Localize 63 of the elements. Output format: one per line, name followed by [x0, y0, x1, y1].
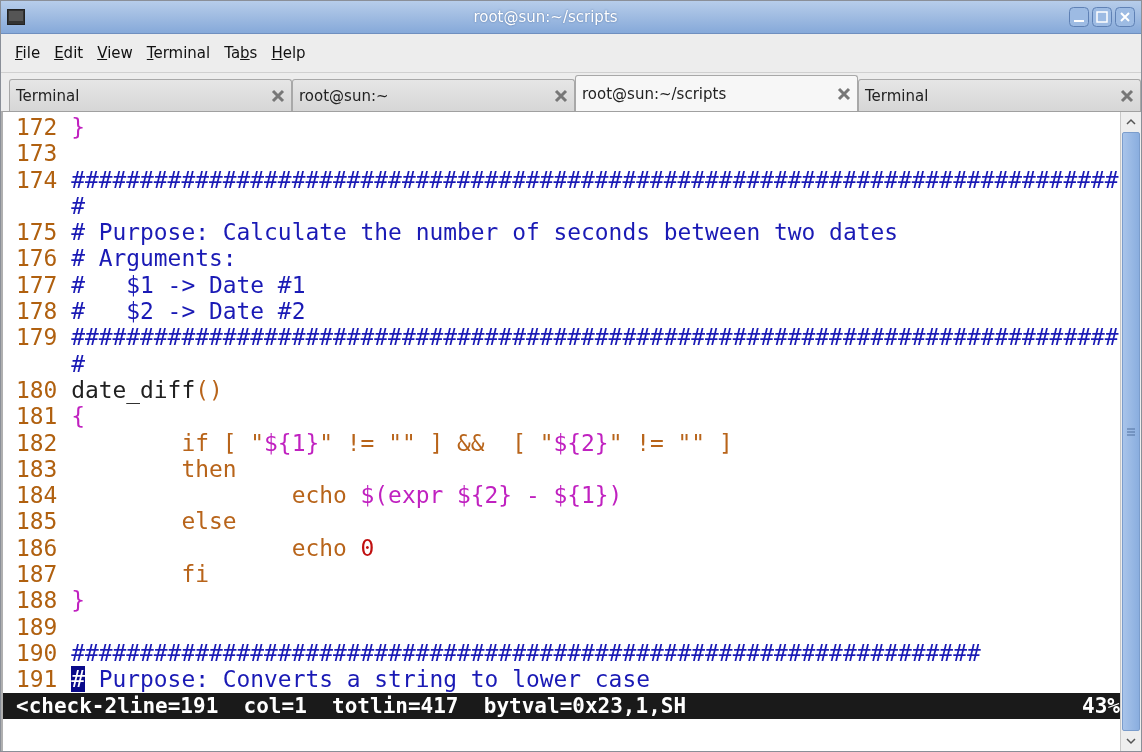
- line-number: 174: [16, 166, 58, 193]
- code-line: then: [180, 455, 237, 483]
- window-title: root@sun:~/scripts: [472, 8, 619, 26]
- line-number: 189: [16, 613, 58, 640]
- code-line: }: [71, 587, 85, 614]
- line-number: 175: [16, 219, 58, 246]
- tab[interactable]: root@sun:~: [292, 79, 575, 111]
- menu-item[interactable]: View: [91, 40, 139, 66]
- line-number: 173: [16, 140, 58, 167]
- menu-item[interactable]: Edit: [48, 40, 90, 66]
- terminal-icon: [7, 9, 25, 25]
- scrollbar[interactable]: [1120, 112, 1141, 751]
- code-line: fi: [180, 561, 209, 588]
- code-line: # $1 -> Date #1: [71, 271, 306, 299]
- line-number: 177: [16, 271, 58, 299]
- tab[interactable]: Terminal: [858, 79, 1141, 111]
- code-line: # Purpose: Converts a string to lower case: [71, 666, 650, 693]
- line-number: 190: [16, 639, 58, 667]
- line-number: 180: [16, 376, 58, 404]
- line-number: 178: [16, 298, 58, 325]
- tab[interactable]: root@sun:~/scripts: [575, 75, 858, 111]
- maximize-icon[interactable]: [1092, 7, 1112, 27]
- line-number: 184: [16, 482, 58, 509]
- tab[interactable]: Terminal: [9, 79, 292, 111]
- code-line: date_diff(): [71, 376, 223, 404]
- code-line: # Arguments:: [71, 245, 237, 272]
- close-icon[interactable]: [1120, 88, 1134, 103]
- line-number: 183: [16, 455, 58, 483]
- code-line: ##################################################################: [71, 639, 981, 667]
- menu-item[interactable]: Tabs: [218, 40, 264, 66]
- code-line: else: [180, 508, 237, 535]
- menu-item[interactable]: Terminal: [140, 40, 217, 66]
- minimize-icon[interactable]: [1069, 7, 1089, 27]
- code-line: #: [71, 350, 85, 377]
- status-text: <check-2line=191 col=1 totlin=417 bytval=0x23,1,SH: [16, 692, 687, 719]
- close-icon[interactable]: [271, 88, 285, 103]
- line-number: 179: [16, 324, 58, 351]
- line-number: 182: [16, 429, 58, 456]
- line-number: 191: [16, 666, 58, 693]
- close-icon[interactable]: [1115, 7, 1135, 27]
- code-line: if [ "${1}" != "" ] && [ "${2}" != "" ]: [180, 429, 733, 456]
- code-line: # Purpose: Calculate the number of seconds between two dates: [71, 219, 898, 246]
- code-line: }: [71, 114, 85, 141]
- code-line: ############################################################################: [71, 166, 1119, 193]
- line-number: 188: [16, 587, 58, 614]
- code-line: {: [71, 403, 85, 430]
- grip-icon: [1127, 427, 1135, 436]
- code-line: echo $(expr ${2} - ${1}): [290, 482, 623, 509]
- scroll-percent: 43%: [1082, 692, 1120, 719]
- close-icon[interactable]: [554, 88, 568, 103]
- code-line: # $2 -> Date #2: [71, 298, 306, 325]
- code-line: ############################################################################: [71, 324, 1119, 351]
- line-number: 181: [16, 403, 58, 430]
- menu-item[interactable]: Help: [265, 40, 312, 66]
- code-line: #: [71, 192, 85, 220]
- menu-item[interactable]: File: [9, 40, 47, 66]
- code-line: echo 0: [290, 534, 375, 562]
- line-number: 172: [16, 114, 58, 141]
- line-number: 187: [16, 561, 58, 588]
- line-number: 186: [16, 534, 58, 562]
- close-icon[interactable]: [837, 86, 851, 101]
- line-number: 185: [16, 508, 58, 535]
- line-number: 176: [16, 245, 58, 272]
